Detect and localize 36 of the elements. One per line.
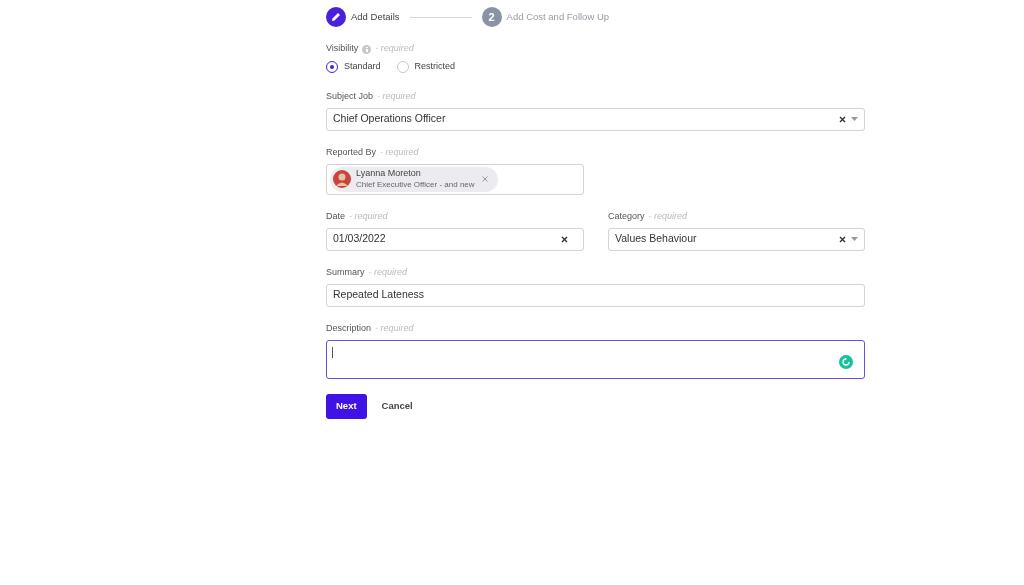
person-name: Lyanna Moreton <box>356 168 422 179</box>
field-label: Date <box>326 209 345 223</box>
caret-icon[interactable] <box>851 117 858 121</box>
people-field[interactable]: Lyanna Moreton Chief Executive Officer - and new <box>326 163 584 195</box>
field-label: Summary <box>326 265 365 279</box>
field-label: Category <box>608 209 645 223</box>
select-field[interactable]: Values Behaviour <box>608 227 865 251</box>
select-field[interactable]: Chief Operations Officer <box>326 107 865 131</box>
clear-icon[interactable] <box>561 235 568 243</box>
required-hint: - required <box>375 42 414 56</box>
required-hint: - required <box>375 321 414 335</box>
field-label: Reported By <box>326 145 377 159</box>
required-hint: - required <box>377 89 416 103</box>
summary-field[interactable]: Repeated Lateness <box>326 283 865 307</box>
field-label: Subject Job <box>326 89 374 103</box>
step-label: Add Details <box>351 9 400 24</box>
cancel-button[interactable]: Cancel <box>381 393 413 419</box>
person-role: Chief Executive Officer - and new <box>356 179 476 190</box>
required-hint: - required <box>380 145 419 159</box>
caret-icon[interactable] <box>851 237 858 241</box>
radio-label[interactable]: Standard <box>344 60 381 74</box>
step-number: 2 <box>481 7 502 27</box>
next-button[interactable]: Next <box>326 393 367 419</box>
info-icon <box>362 44 372 54</box>
field-label: Description <box>326 321 372 335</box>
date-field[interactable]: 01/03/2022 <box>326 227 584 251</box>
clear-icon[interactable] <box>839 235 846 243</box>
required-hint: - required <box>648 209 688 223</box>
description-field[interactable] <box>326 339 865 379</box>
clear-icon[interactable] <box>839 115 846 123</box>
radio-label[interactable]: Restricted <box>414 60 456 74</box>
avatar-icon <box>333 170 351 188</box>
field-label: Visibility <box>326 42 359 56</box>
step-label: Add Cost and Follow Up <box>506 9 610 24</box>
required-hint: - required <box>368 265 408 279</box>
required-hint: - required <box>349 209 388 223</box>
